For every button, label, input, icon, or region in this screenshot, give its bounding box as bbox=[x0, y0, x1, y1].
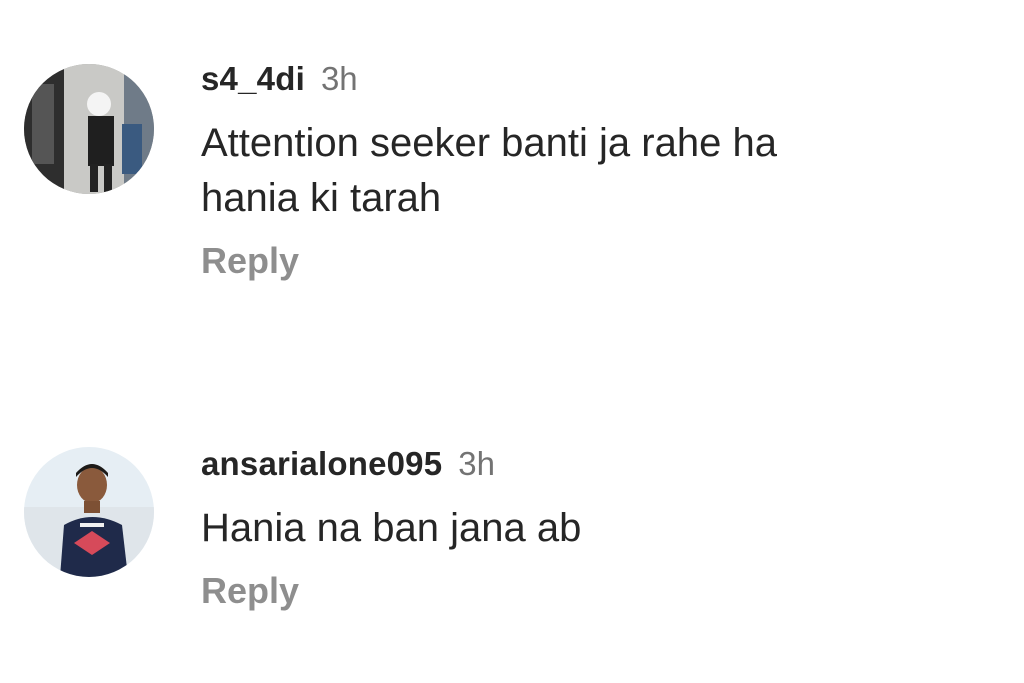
comment-text: Attention seeker banti ja rahe ha hania … bbox=[201, 116, 991, 226]
timestamp: 3h bbox=[320, 60, 358, 97]
avatar-image bbox=[24, 64, 154, 194]
username[interactable]: s4_4di bbox=[201, 60, 305, 98]
comment-text-line: Hania na ban jana ab bbox=[201, 506, 582, 550]
avatar[interactable] bbox=[24, 447, 154, 577]
comment-text-line: Attention seeker banti ja rahe ha bbox=[201, 121, 777, 165]
comment-text-line: hania ki tarah bbox=[201, 176, 442, 220]
avatar[interactable] bbox=[24, 64, 154, 194]
avatar-image bbox=[24, 447, 154, 577]
reply-button[interactable]: Reply bbox=[201, 240, 299, 282]
comment-text: Hania na ban jana ab bbox=[201, 501, 991, 556]
timestamp: 3h bbox=[458, 445, 495, 482]
reply-button[interactable]: Reply bbox=[201, 570, 299, 612]
username[interactable]: ansarialone095 bbox=[201, 445, 442, 483]
